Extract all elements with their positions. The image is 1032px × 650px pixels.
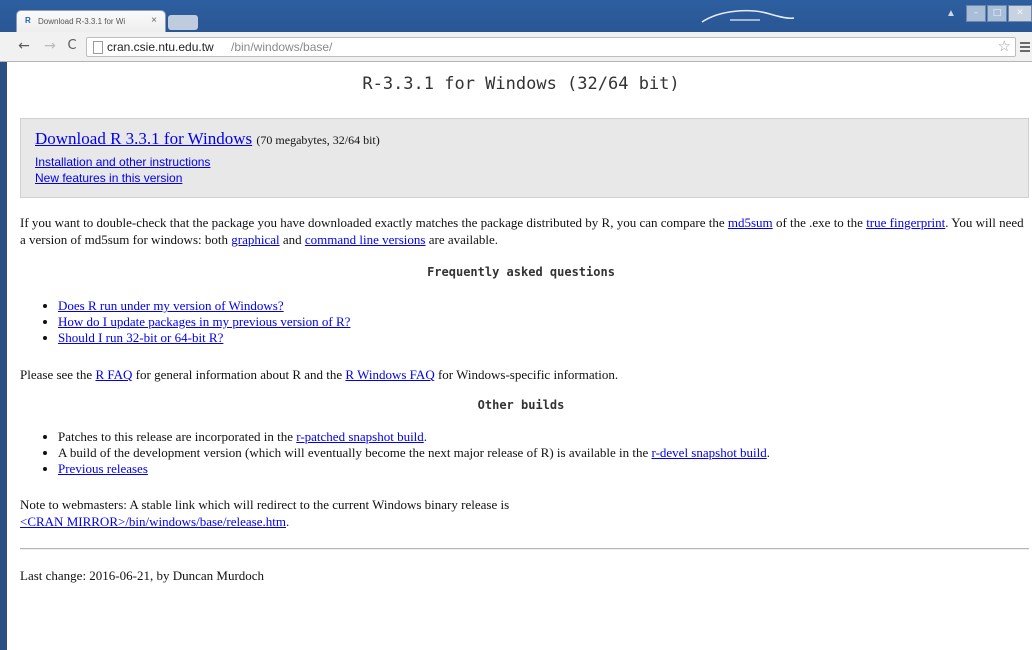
tab-close-icon[interactable]: × bbox=[151, 15, 157, 27]
faq-windows-version-link[interactable]: Does R run under my version of Windows? bbox=[58, 298, 284, 313]
faq-info-paragraph: Please see the R FAQ for general informa… bbox=[20, 366, 1025, 383]
url-host: cran.csie.ntu.edu.tw bbox=[107, 40, 214, 54]
browser-tab[interactable]: R Download R-3.3.1 for Wi × bbox=[16, 10, 166, 32]
note-text: Note to webmasters: A stable link which … bbox=[20, 497, 510, 512]
list-item: Previous releases bbox=[58, 461, 1032, 477]
user-icon[interactable]: ▲ bbox=[942, 5, 960, 22]
install-instructions-link[interactable]: Installation and other instructions bbox=[35, 155, 210, 169]
page-content: R-3.3.1 for Windows (32/64 bit) Download… bbox=[0, 62, 1032, 650]
download-size: (70 megabytes, 32/64 bit) bbox=[256, 133, 380, 147]
new-features-link[interactable]: New features in this version bbox=[35, 171, 182, 185]
md5-text-2: of the .exe to the bbox=[772, 215, 867, 230]
close-window-button[interactable]: ✕ bbox=[1008, 5, 1032, 22]
list-item: A build of the development version (whic… bbox=[58, 445, 1032, 461]
tab-title: Download R-3.3.1 for Wi bbox=[38, 17, 126, 26]
download-box: Download R 3.3.1 for Windows (70 megabyt… bbox=[20, 118, 1029, 198]
new-features-row: New features in this version bbox=[35, 171, 182, 185]
other-builds-list: Patches to this release are incorporated… bbox=[38, 429, 1032, 477]
browser-toolbar: ← → C cran.csie.ntu.edu.tw /bin/windows/… bbox=[0, 32, 1032, 62]
r-patched-link[interactable]: r-patched snapshot build bbox=[296, 429, 424, 444]
page-title: R-3.3.1 for Windows (32/64 bit) bbox=[362, 74, 680, 94]
menu-icon[interactable] bbox=[1020, 42, 1030, 54]
bookmark-star-icon[interactable]: ☆ bbox=[998, 37, 1011, 55]
install-instructions-row: Installation and other instructions bbox=[35, 155, 210, 169]
new-tab-button[interactable] bbox=[168, 15, 198, 30]
url-path: /bin/windows/base/ bbox=[231, 40, 333, 54]
devel-text: A build of the development version (whic… bbox=[58, 445, 652, 460]
download-line: Download R 3.3.1 for Windows (70 megabyt… bbox=[35, 129, 380, 149]
other-builds-heading: Other builds bbox=[477, 398, 565, 412]
list-item: Does R run under my version of Windows? bbox=[58, 298, 1032, 314]
faq-text-2: for general information about R and the bbox=[132, 367, 346, 382]
back-arrow-icon[interactable]: ← bbox=[14, 36, 34, 56]
download-r-link[interactable]: Download R 3.3.1 for Windows bbox=[35, 129, 252, 148]
command-line-versions-link[interactable]: command line versions bbox=[305, 232, 426, 247]
faq-heading: Frequently asked questions bbox=[427, 265, 615, 279]
maximize-button[interactable]: □ bbox=[987, 5, 1007, 22]
address-bar[interactable]: cran.csie.ntu.edu.tw /bin/windows/base/ … bbox=[86, 37, 1016, 57]
forward-arrow-icon[interactable]: → bbox=[40, 36, 60, 56]
list-item: Should I run 32-bit or 64-bit R? bbox=[58, 330, 1032, 346]
browser-logo-icon bbox=[701, 9, 795, 23]
devel-end: . bbox=[766, 445, 771, 460]
faq-32-64-bit-link[interactable]: Should I run 32-bit or 64-bit R? bbox=[58, 330, 223, 345]
patches-end: . bbox=[423, 429, 428, 444]
list-item: Patches to this release are incorporated… bbox=[58, 429, 1032, 445]
reload-icon[interactable]: C bbox=[62, 36, 82, 56]
last-change: Last change: 2016-06-21, by Duncan Murdo… bbox=[20, 568, 265, 583]
graphical-link[interactable]: graphical bbox=[231, 232, 279, 247]
r-favicon-icon: R bbox=[25, 16, 31, 25]
r-faq-link[interactable]: R FAQ bbox=[95, 367, 132, 382]
previous-releases-link[interactable]: Previous releases bbox=[58, 461, 148, 476]
md5-text-5: are available. bbox=[425, 232, 499, 247]
close-icon: ✕ bbox=[1016, 8, 1024, 18]
faq-text-1: Please see the bbox=[20, 367, 96, 382]
faq-update-packages-link[interactable]: How do I update packages in my previous … bbox=[58, 314, 350, 329]
md5-paragraph: If you want to double-check that the pac… bbox=[20, 214, 1025, 248]
page-icon bbox=[93, 41, 103, 54]
window-titlebar: R Download R-3.3.1 for Wi × ▲ – □ ✕ bbox=[0, 0, 1032, 32]
minimize-icon: – bbox=[973, 8, 979, 18]
list-item: How do I update packages in my previous … bbox=[58, 314, 1032, 330]
faq-list: Does R run under my version of Windows? … bbox=[38, 298, 1032, 346]
md5sum-link[interactable]: md5sum bbox=[728, 215, 773, 230]
r-windows-faq-link[interactable]: R Windows FAQ bbox=[345, 367, 434, 382]
md5-text-1: If you want to double-check that the pac… bbox=[20, 215, 728, 230]
minimize-button[interactable]: – bbox=[966, 5, 986, 22]
md5-text-4: and bbox=[279, 232, 305, 247]
maximize-icon: □ bbox=[992, 8, 1002, 18]
webmaster-note: Note to webmasters: A stable link which … bbox=[20, 496, 1025, 530]
r-devel-link[interactable]: r-devel snapshot build bbox=[652, 445, 767, 460]
note-end: . bbox=[285, 514, 290, 529]
divider bbox=[20, 548, 1029, 550]
true-fingerprint-link[interactable]: true fingerprint bbox=[866, 215, 945, 230]
patches-text: Patches to this release are incorporated… bbox=[58, 429, 297, 444]
faq-text-3: for Windows-specific information. bbox=[434, 367, 619, 382]
release-htm-link[interactable]: <CRAN MIRROR>/bin/windows/base/release.h… bbox=[20, 514, 286, 529]
